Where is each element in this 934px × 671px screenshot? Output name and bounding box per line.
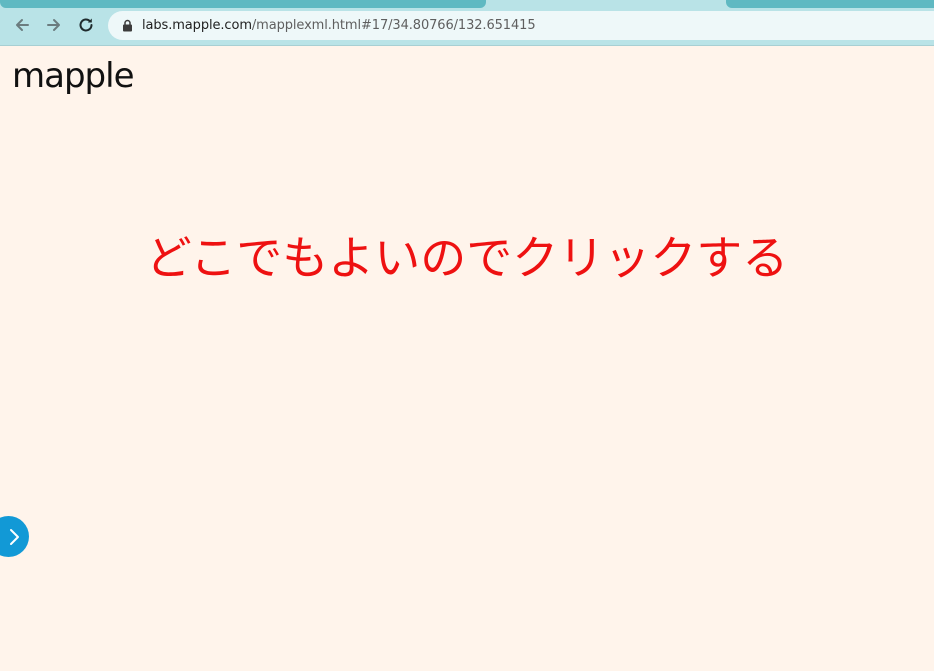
tab-strip <box>0 0 934 8</box>
browser-tab[interactable] <box>726 0 934 8</box>
url-host: labs.mapple.com <box>142 18 252 33</box>
back-button[interactable] <box>10 13 34 37</box>
mapple-logo[interactable]: mapple <box>12 56 134 96</box>
instruction-text: どこでもよいのでクリックする <box>145 231 789 285</box>
browser-tab[interactable] <box>0 0 486 8</box>
arrow-right-icon <box>47 19 60 31</box>
lock-icon[interactable] <box>120 19 134 33</box>
reload-button[interactable] <box>74 13 98 37</box>
chevron-right-icon <box>10 528 19 545</box>
page-content[interactable]: mapple どこでもよいのでクリックする <box>0 46 934 671</box>
address-bar[interactable]: labs.mapple.com/mapplexml.html#17/34.807… <box>108 11 934 40</box>
url-path: /mapplexml.html#17/34.80766/132.651415 <box>251 18 536 33</box>
side-panel-toggle-button[interactable] <box>0 516 29 557</box>
forward-button[interactable] <box>42 13 66 37</box>
reload-icon <box>79 18 93 32</box>
arrow-left-icon <box>16 19 29 31</box>
browser-toolbar: labs.mapple.com/mapplexml.html#17/34.807… <box>0 0 934 46</box>
url-text[interactable]: labs.mapple.com/mapplexml.html#17/34.807… <box>142 18 536 33</box>
